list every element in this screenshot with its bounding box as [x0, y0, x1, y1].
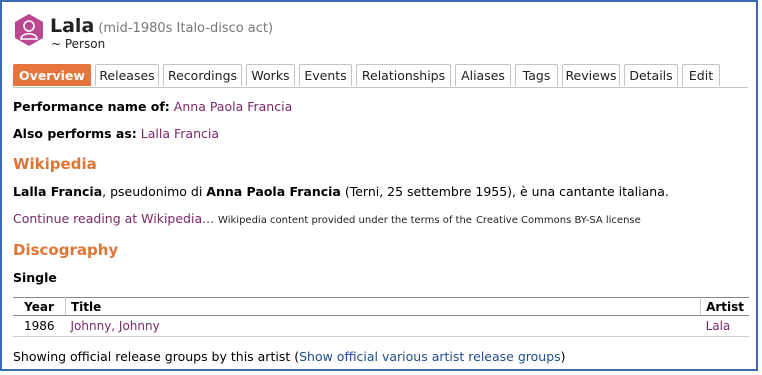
- tab-details[interactable]: Details: [624, 64, 678, 86]
- tab-overview[interactable]: Overview: [13, 64, 91, 86]
- tab-events[interactable]: Events: [299, 64, 352, 86]
- column-title[interactable]: Title: [65, 297, 702, 316]
- also-performs-label: Also performs as:: [13, 126, 137, 141]
- performance-name-link[interactable]: Anna Paola Francia: [174, 99, 292, 114]
- license-link[interactable]: Creative Commons BY-SA license: [476, 215, 641, 226]
- show-various-artist-link[interactable]: Show official various artist release gro…: [299, 349, 561, 364]
- release-type-heading: Single: [13, 270, 57, 285]
- wiki-bold-realname: Anna Paola Francia: [206, 184, 341, 199]
- wiki-text-1: , pseudonimo di: [102, 184, 207, 199]
- performance-name-label: Performance name of:: [13, 99, 170, 114]
- column-year[interactable]: Year: [13, 297, 66, 316]
- tab-recordings[interactable]: Recordings: [163, 64, 242, 86]
- footer-close: ): [560, 349, 566, 364]
- footer-text: Showing official release groups by this …: [13, 349, 300, 364]
- tab-reviews[interactable]: Reviews: [562, 64, 620, 86]
- tab-aliases[interactable]: Aliases: [455, 64, 511, 86]
- wiki-text-2: (Terni, 25 settembre 1955), è una cantan…: [340, 184, 669, 199]
- also-performs-row: Also performs as: Lalla Francia: [13, 126, 219, 141]
- discography-heading: Discography: [13, 241, 119, 259]
- also-performs-link[interactable]: Lalla Francia: [141, 126, 219, 141]
- tab-tags[interactable]: Tags: [515, 64, 558, 86]
- artist-disambiguation: (mid-1980s Italo-disco act): [98, 21, 274, 36]
- person-icon: [15, 14, 43, 46]
- row-artist: Lala: [700, 315, 749, 337]
- tab-works[interactable]: Works: [246, 64, 295, 86]
- column-artist[interactable]: Artist: [700, 297, 749, 316]
- wikipedia-heading: Wikipedia: [13, 155, 97, 173]
- tab-releases[interactable]: Releases: [95, 64, 159, 86]
- license-text: Wikipedia content provided under the ter…: [218, 215, 472, 226]
- wiki-bold-name: Lalla Francia: [13, 184, 103, 199]
- artist-link[interactable]: Lala: [706, 319, 731, 333]
- row-year: 1986: [13, 315, 66, 337]
- wikipedia-footer: Continue reading at Wikipedia... Wikiped…: [13, 211, 641, 226]
- table-header-row: Year Title Artist: [13, 297, 749, 316]
- tab-bar: Overview Releases Recordings Works Event…: [13, 64, 748, 88]
- tab-relationships[interactable]: Relationships: [356, 64, 451, 86]
- table-row: 1986 Johnny, Johnny Lala: [13, 315, 749, 337]
- row-title: Johnny, Johnny: [65, 315, 701, 337]
- release-group-link[interactable]: Johnny, Johnny: [71, 319, 160, 333]
- discography-table: Year Title Artist 1986 Johnny, Johnny La…: [13, 297, 749, 337]
- artist-name: Lala: [50, 15, 95, 37]
- wikipedia-extract: Lalla Francia, pseudonimo di Anna Paola …: [13, 184, 669, 199]
- continue-reading-link[interactable]: Continue reading at Wikipedia...: [13, 211, 214, 226]
- tab-edit[interactable]: Edit: [682, 64, 720, 86]
- discography-footer: Showing official release groups by this …: [13, 349, 566, 364]
- artist-type: ~ Person: [51, 37, 106, 51]
- performance-name-row: Performance name of: Anna Paola Francia: [13, 99, 292, 114]
